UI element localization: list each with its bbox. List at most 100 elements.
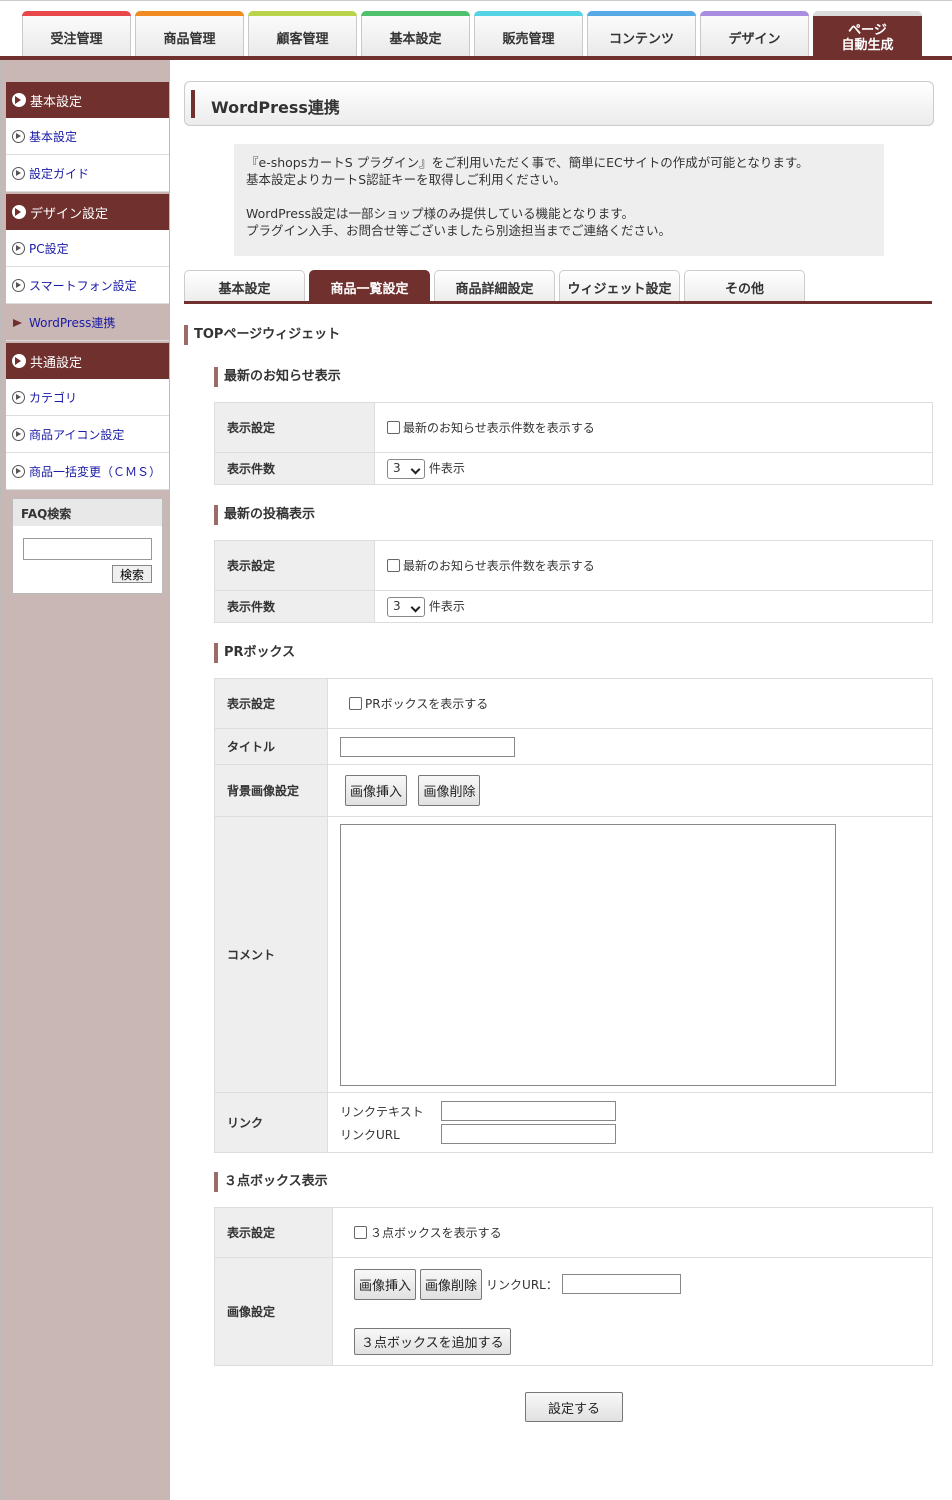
row-value: リンクテキスト リンクURL [327, 1092, 933, 1153]
posts-count-select[interactable]: 3 [387, 596, 425, 617]
arrow-right-icon [12, 316, 25, 329]
three-box-image-insert-button[interactable]: 画像挿入 [354, 1268, 417, 1300]
arrow-circle-icon [12, 129, 25, 143]
sidebar-item-pc[interactable]: PC設定 [6, 230, 169, 267]
three-box-image-delete-button[interactable]: 画像削除 [420, 1268, 483, 1300]
tab-products[interactable]: 商品管理 [135, 11, 244, 57]
news-display-checkbox[interactable] [387, 421, 400, 434]
faq-search-button[interactable]: 検索 [112, 565, 152, 583]
link-text-label: リンクテキスト [340, 1104, 424, 1119]
arrow-circle-icon [12, 93, 26, 107]
row-label: 表示設定 [214, 540, 375, 591]
three-box-table: 表示設定 ３点ボックスを表示する 画像設定 画像挿入 画像削除 リンクURL： … [214, 1207, 933, 1366]
tab-other[interactable]: その他 [684, 270, 805, 303]
tab-page-generation[interactable]: ページ 自動生成 [813, 11, 922, 57]
submit-button[interactable]: 設定する [525, 1392, 623, 1422]
row-label: コメント [214, 816, 328, 1093]
row-value: 最新のお知らせ表示件数を表示する [374, 402, 933, 453]
row-value: 最新のお知らせ表示件数を表示する [374, 540, 933, 591]
three-box-display-checkbox[interactable] [354, 1226, 367, 1239]
checkbox-label: PRボックスを表示する [365, 697, 489, 711]
tab-customers[interactable]: 顧客管理 [248, 11, 357, 57]
main-tabs: 受注管理 商品管理 顧客管理 基本設定 販売管理 コンテンツ デザイン ページ自… [22, 11, 922, 57]
arrow-circle-icon [12, 278, 25, 292]
three-box-link-url-input[interactable] [561, 1274, 681, 1294]
settings-tabs: 基本設定 商品一覧設定 商品詳細設定 ウィジェット設定 その他 [184, 270, 805, 303]
pr-link-url-input[interactable] [441, 1124, 616, 1144]
faq-search-box: FAQ検索 検索 [12, 498, 163, 594]
row-label: 画像設定 [214, 1257, 333, 1366]
section-three-box: ３点ボックス表示 [214, 1172, 328, 1192]
sidebar-item-wordpress[interactable]: WordPress連携 [6, 304, 169, 341]
row-label: 背景画像設定 [214, 764, 328, 817]
sidebar-section-label: デザイン設定 [30, 206, 109, 222]
tab-design[interactable]: デザイン [700, 11, 809, 57]
tab-color-bar [248, 11, 357, 16]
tab-contents[interactable]: コンテンツ [587, 11, 696, 57]
sidebar-item-label: 基本設定 [29, 129, 78, 144]
notice-line: 『e-shopsカートS プラグイン』をご利用いただく事で、簡単にECサイトの作… [246, 155, 809, 170]
arrow-circle-icon [12, 390, 25, 404]
row-value: 画像挿入 画像削除 リンクURL： ３点ボックスを追加する [332, 1257, 933, 1366]
row-value: 画像挿入 画像削除 [327, 764, 933, 817]
row-value [327, 728, 933, 765]
tab-label: 基本設定 [389, 32, 442, 47]
arrow-circle-icon [12, 205, 26, 219]
notice-line: プラグイン入手、お問合せ等ございましたら別途担当までご連絡ください。 [246, 223, 672, 238]
sidebar: 基本設定 基本設定 設定ガイド デザイン設定 PC設定 スマートフォン設定 Wo… [0, 60, 170, 1500]
sidebar-item-bulk-edit[interactable]: 商品一括変更（ＣＭＳ） [6, 453, 169, 490]
sidebar-section-design: デザイン設定 [6, 194, 169, 230]
section-news: 最新のお知らせ表示 [214, 367, 341, 387]
tab-widget[interactable]: ウィジェット設定 [559, 270, 680, 303]
sidebar-item-guide[interactable]: 設定ガイド [6, 155, 169, 192]
notice-line: WordPress設定は一部ショップ様のみ提供している機能となります。 [246, 206, 635, 221]
row-label: 表示設定 [214, 1207, 333, 1258]
row-value: 3 件表示 [374, 452, 933, 485]
tab-label: デザイン [728, 32, 781, 47]
pr-display-checkbox[interactable] [349, 697, 362, 710]
faq-title: FAQ検索 [13, 499, 162, 526]
count-unit: 件表示 [428, 599, 465, 613]
tab-basic[interactable]: 基本設定 [184, 270, 305, 303]
arrow-circle-icon [12, 464, 25, 478]
top-navigation: 受注管理 商品管理 顧客管理 基本設定 販売管理 コンテンツ デザイン ページ自… [0, 0, 952, 60]
sidebar-item-label: WordPress連携 [29, 315, 116, 330]
pr-image-delete-button[interactable]: 画像削除 [418, 775, 481, 806]
pr-link-text-input[interactable] [441, 1101, 616, 1121]
pr-image-insert-button[interactable]: 画像挿入 [345, 775, 408, 806]
tab-color-bar [587, 11, 696, 16]
tab-label-line2: 自動生成 [841, 37, 894, 53]
sidebar-section-common: 共通設定 [6, 343, 169, 379]
news-count-select[interactable]: 3 [387, 458, 425, 479]
sidebar-item-label: 商品一括変更（ＣＭＳ） [29, 464, 162, 479]
posts-display-checkbox[interactable] [387, 559, 400, 572]
tab-color-bar [361, 11, 470, 16]
sidebar-item-product-icon[interactable]: 商品アイコン設定 [6, 416, 169, 453]
pr-comment-textarea[interactable] [340, 823, 836, 1086]
arrow-circle-icon [12, 241, 25, 255]
faq-search-input[interactable] [23, 538, 152, 560]
tab-color-bar [474, 11, 583, 16]
link-url-label: リンクURL： [486, 1277, 558, 1292]
sidebar-section-label: 基本設定 [30, 94, 83, 110]
sidebar-item-label: PC設定 [29, 241, 69, 256]
tab-product-detail[interactable]: 商品詳細設定 [434, 270, 555, 303]
tab-orders[interactable]: 受注管理 [22, 11, 131, 57]
sidebar-item-category[interactable]: カテゴリ [6, 379, 169, 416]
sidebar-item-label: 商品アイコン設定 [29, 427, 125, 442]
tab-basic-settings[interactable]: 基本設定 [361, 11, 470, 57]
section-top-widget: TOPページウィジェット [184, 325, 340, 345]
sidebar-item-basic[interactable]: 基本設定 [6, 118, 169, 155]
tab-label: 顧客管理 [276, 32, 329, 47]
checkbox-label: 最新のお知らせ表示件数を表示する [403, 421, 595, 435]
pr-title-input[interactable] [340, 736, 515, 757]
sidebar-item-smartphone[interactable]: スマートフォン設定 [6, 267, 169, 304]
tab-product-list[interactable]: 商品一覧設定 [309, 270, 430, 303]
tab-sales[interactable]: 販売管理 [474, 11, 583, 57]
tab-color-bar [813, 11, 922, 16]
sidebar-section-label: 共通設定 [30, 355, 83, 371]
pr-table: 表示設定 PRボックスを表示する タイトル 背景画像設定 画像挿入 画像削除 コ… [214, 678, 933, 1153]
tab-underline [184, 301, 932, 304]
add-three-box-button[interactable]: ３点ボックスを追加する [354, 1327, 511, 1355]
row-label: 表示件数 [214, 590, 375, 623]
